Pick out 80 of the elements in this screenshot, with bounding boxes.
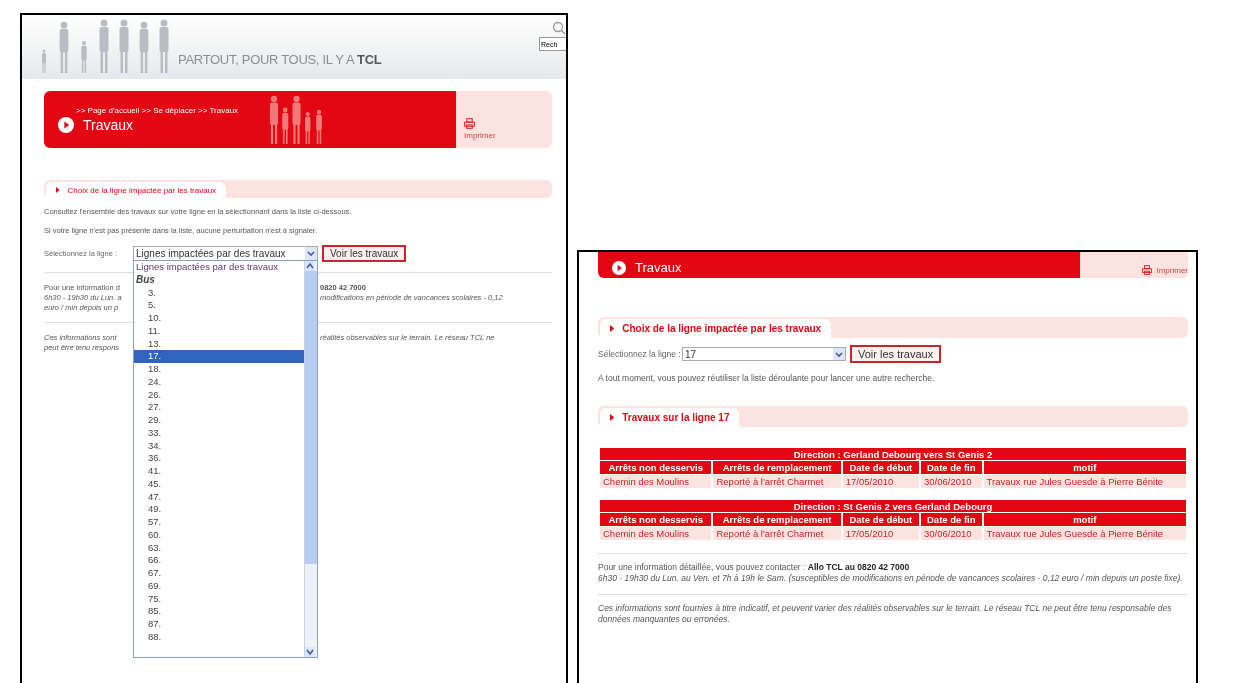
direction-header: Direction : St Genis 2 vers Gerland Debourg xyxy=(600,500,1186,513)
dropdown-option[interactable]: 26. xyxy=(134,388,304,402)
table-cell: Travaux rue Jules Guesde à Pierre Bénite xyxy=(983,475,1186,489)
column-header: Date de fin xyxy=(921,461,982,475)
dropdown-option[interactable]: 87. xyxy=(134,618,304,631)
dropdown-option[interactable]: 60. xyxy=(134,528,304,542)
dropdown-option[interactable]: 27. xyxy=(134,401,304,414)
table-cell: 30/06/2010 xyxy=(921,475,982,489)
hours-text: 6h30 - 19h30 du Lun. au Ven. et 7h à 19h le Sam. (susceptibles de modifications en période de vancances scolaires - 0,12 euro / min depuis un poste fixe). xyxy=(598,573,1184,585)
dropdown-option[interactable]: 67. xyxy=(134,567,304,580)
dropdown-option[interactable]: 45. xyxy=(134,477,304,491)
view-works-button[interactable]: Voir les travaux xyxy=(850,345,942,363)
dropdown-option[interactable]: 57. xyxy=(134,516,304,529)
column-header: motif xyxy=(983,513,1186,527)
column-header: Date de début xyxy=(842,513,920,527)
dropdown-option[interactable]: 18. xyxy=(134,363,304,376)
column-header: motif xyxy=(983,461,1186,475)
hint-text: A tout moment, vous pouvez réutiliser la liste déroulante pour lancer une autre recherche. xyxy=(598,373,936,385)
direction-header: Direction : Gerland Debourg vers St Genis 2 xyxy=(600,448,1186,461)
dropdown-option[interactable]: 24. xyxy=(134,375,304,389)
info-text: Pour une information détaillée, vous pouvez contacter : Allo TCL au 0820 42 7000 xyxy=(598,562,911,574)
play-circle-icon xyxy=(612,260,626,275)
dropdown-option[interactable]: 85. xyxy=(134,605,304,618)
dropdown-option[interactable]: 33. xyxy=(134,426,304,440)
dropdown-option[interactable]: 13. xyxy=(134,337,304,351)
search-icon[interactable] xyxy=(552,21,566,35)
dropdown-option[interactable]: 49. xyxy=(134,503,304,516)
triangle-icon xyxy=(610,414,615,422)
section-heading: Travaux sur la ligne 17 xyxy=(622,412,730,424)
disclaimer-text: Ces informations sont fournies à titre indicatif, et peuvent varier des réalités observables sur le terrain. Le réseau TCL ne peut être tenu responsable des données manquantes ou erronées. xyxy=(598,603,1173,626)
breadcrumb: >> Page d'accueil >> Se déplacer >> Travaux xyxy=(76,106,240,115)
dropdown-option[interactable]: 47. xyxy=(134,490,304,504)
dropdown-option[interactable]: Lignes impactées par des travaux xyxy=(134,261,304,274)
page-title: Travaux xyxy=(635,260,682,275)
column-header: Date de fin xyxy=(921,513,982,527)
table-cell: Reporté à l'arrêt Charmet xyxy=(713,475,841,489)
column-header: Date de début xyxy=(842,461,920,475)
printer-icon[interactable] xyxy=(464,118,475,129)
dropdown-option[interactable]: 66. xyxy=(134,554,304,567)
dropdown-option[interactable]: 11. xyxy=(134,324,304,338)
triangle-icon xyxy=(56,187,60,193)
dropdown-option[interactable]: 10. xyxy=(134,312,304,325)
dropdown-option[interactable]: 88. xyxy=(134,630,304,644)
triangle-icon xyxy=(610,325,615,332)
view-works-button[interactable]: Voir les travaux xyxy=(322,245,407,262)
dropdown-option[interactable]: 17. xyxy=(134,350,304,363)
scrollbar[interactable] xyxy=(304,261,317,657)
dropdown-option[interactable]: 41. xyxy=(134,465,304,478)
column-header: Arrêts non desservis xyxy=(600,513,712,527)
scroll-up-icon[interactable] xyxy=(305,261,315,271)
dropdown-option[interactable]: 75. xyxy=(134,592,304,606)
play-circle-icon xyxy=(58,117,74,133)
option-group-label: Bus xyxy=(135,273,156,287)
site-slogan: PARTOUT, POUR TOUS, IL Y A TCL xyxy=(178,52,382,67)
printer-icon[interactable] xyxy=(1142,265,1153,275)
print-link[interactable]: Imprimer xyxy=(1156,266,1188,275)
table-cell: Chemin des Moulins xyxy=(600,475,712,489)
table-cell: 30/06/2010 xyxy=(921,527,982,541)
table-cell: 17/05/2010 xyxy=(842,527,920,541)
column-header: Arrêts de remplacement xyxy=(713,513,841,527)
table-cell: Reporté à l'arrêt Charmet xyxy=(713,527,841,541)
dropdown-option[interactable]: 29. xyxy=(134,414,304,427)
column-header: Arrêts non desservis xyxy=(600,461,712,475)
column-header: Arrêts de remplacement xyxy=(713,461,841,475)
select-label: Sélectionnez la ligne : xyxy=(598,349,678,359)
print-link[interactable]: Imprimer xyxy=(464,131,552,140)
section-heading: Choix de la ligne impactée par les travaux xyxy=(622,323,822,334)
dropdown-option[interactable]: 36. xyxy=(134,452,304,465)
dropdown-option[interactable]: 34. xyxy=(134,439,304,453)
table-cell: 17/05/2010 xyxy=(842,475,920,489)
dropdown-option[interactable]: 63. xyxy=(134,541,304,555)
dropdown-option[interactable]: 5. xyxy=(134,299,304,312)
page-title: Travaux xyxy=(83,117,134,133)
dropdown-option[interactable]: 3. xyxy=(134,286,304,300)
scroll-down-icon[interactable] xyxy=(305,647,315,657)
line-select[interactable]: 17 xyxy=(682,347,846,361)
section-heading: Choix de la ligne impactée par les travaux xyxy=(67,185,217,195)
table-cell: Travaux rue Jules Guesde à Pierre Bénite xyxy=(983,527,1186,541)
table-cell: Chemin des Moulins xyxy=(600,527,712,541)
dropdown-option[interactable]: 69. xyxy=(134,579,304,593)
